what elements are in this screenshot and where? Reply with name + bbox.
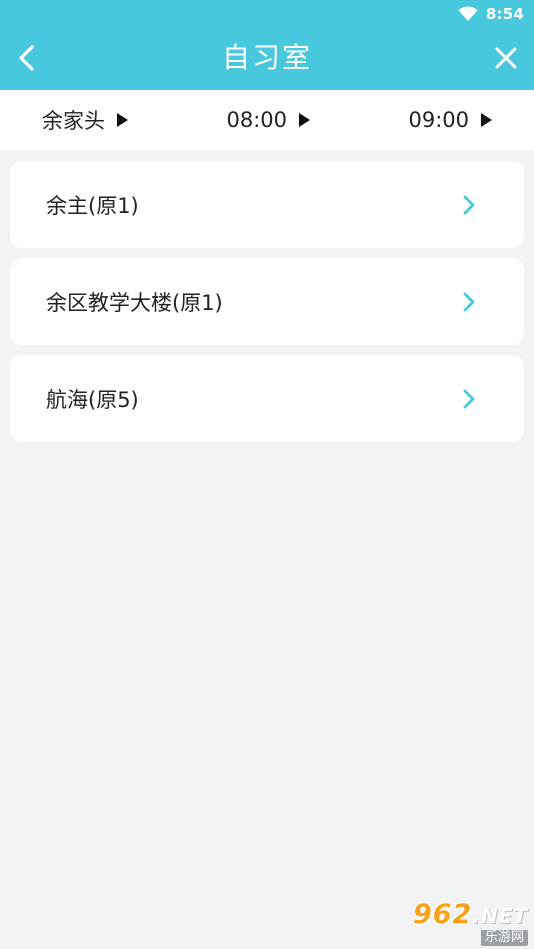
triangle-right-icon	[117, 113, 128, 127]
chevron-left-icon	[19, 45, 34, 71]
list-item[interactable]: 航海(原5)	[10, 355, 524, 442]
close-icon	[495, 47, 517, 69]
watermark-text: 乐游网	[480, 930, 528, 946]
page-title: 自习室	[221, 41, 312, 74]
close-button[interactable]	[488, 40, 524, 76]
start-time-filter[interactable]: 08:00	[226, 108, 310, 132]
watermark-number: 962	[412, 899, 473, 930]
chevron-right-icon	[463, 292, 475, 311]
chevron-right-icon	[463, 195, 475, 214]
nav-bar: 自习室	[0, 28, 534, 90]
watermark-net: .NET	[472, 904, 528, 928]
chevron-right-icon	[463, 389, 475, 408]
campus-filter[interactable]: 余家头	[42, 105, 128, 135]
watermark-logo: 962.NET 乐游网	[400, 899, 528, 946]
wifi-icon	[458, 6, 478, 21]
filter-bar: 余家头 08:00 09:00	[0, 90, 534, 150]
room-label: 余区教学大楼(原1)	[46, 290, 223, 315]
start-time-label: 08:00	[226, 108, 287, 132]
status-time: 8:54	[485, 5, 524, 23]
end-time-label: 09:00	[408, 108, 469, 132]
room-list: 余主(原1) 余区教学大楼(原1) 航海(原5)	[10, 161, 524, 452]
triangle-right-icon	[481, 113, 492, 127]
status-bar: 8:54	[0, 0, 534, 28]
triangle-right-icon	[299, 113, 310, 127]
room-label: 航海(原5)	[46, 387, 139, 412]
list-item[interactable]: 余主(原1)	[10, 161, 524, 248]
campus-filter-label: 余家头	[42, 109, 105, 133]
end-time-filter[interactable]: 09:00	[408, 108, 492, 132]
list-item[interactable]: 余区教学大楼(原1)	[10, 258, 524, 345]
room-label: 余主(原1)	[46, 193, 139, 218]
back-button[interactable]	[8, 40, 44, 76]
